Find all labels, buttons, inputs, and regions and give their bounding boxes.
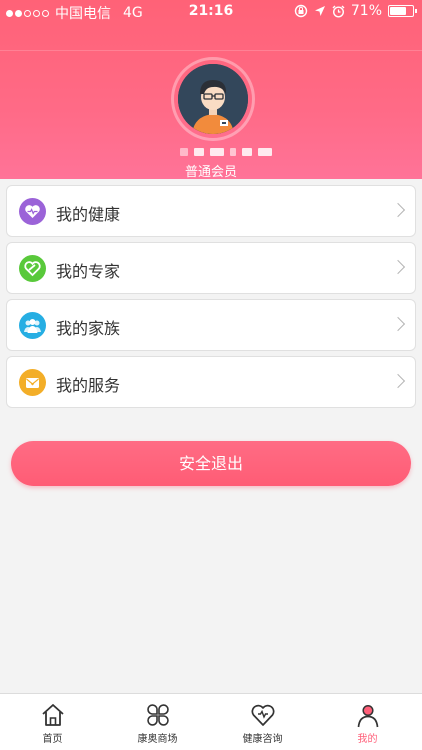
tab-mall[interactable]: 康奥商场 (105, 694, 210, 750)
battery-percent: 71% (350, 3, 382, 19)
header-divider (0, 50, 422, 51)
service-envelope-icon (19, 369, 46, 396)
tab-label-consult: 健康咨询 (242, 734, 283, 745)
menu-label-my-health: 我的健康 (56, 205, 121, 224)
logout-button[interactable]: 安全退出 (11, 441, 411, 486)
tab-home[interactable]: 首页 (0, 694, 105, 750)
menu-item-my-expert[interactable]: 我的专家 (6, 242, 416, 294)
menu-label-my-expert: 我的专家 (56, 262, 121, 281)
tab-label-mall: 康奥商场 (137, 734, 178, 745)
tab-label-home: 首页 (42, 734, 63, 745)
profile-icon (357, 704, 379, 728)
status-bar: 中国电信 4G 21:16 71% (0, 0, 422, 24)
family-icon (19, 312, 46, 339)
menu-label-my-family: 我的家族 (56, 319, 121, 338)
home-icon (42, 704, 64, 726)
profile-header: 中国电信 4G 21:16 71% 普通会员 (0, 0, 422, 180)
orientation-lock-icon (294, 4, 308, 18)
menu-item-my-service[interactable]: 我的服务 (6, 356, 416, 408)
chevron-right-icon (390, 259, 406, 275)
alarm-icon (332, 5, 345, 18)
tab-mine[interactable]: 我的 (315, 694, 420, 750)
member-level-label: 普通会员 (184, 165, 237, 180)
chevron-right-icon (390, 373, 406, 389)
mall-clover-icon (147, 704, 169, 726)
consult-heart-icon (251, 704, 275, 726)
tab-consult[interactable]: 健康咨询 (210, 694, 315, 750)
menu-label-my-service: 我的服务 (56, 376, 121, 395)
expert-heart-icon (19, 255, 46, 282)
status-right: 71% (294, 3, 417, 19)
menu-item-my-health[interactable]: 我的健康 (6, 185, 416, 237)
heart-pulse-icon (19, 198, 46, 225)
user-avatar-icon (178, 64, 248, 134)
tab-label-mine: 我的 (357, 734, 378, 745)
chevron-right-icon (390, 202, 406, 218)
battery-icon (388, 5, 417, 17)
menu-item-my-family[interactable]: 我的家族 (6, 299, 416, 351)
masked-username (180, 148, 272, 156)
avatar[interactable] (178, 64, 248, 134)
location-arrow-icon (314, 6, 325, 16)
chevron-right-icon (390, 316, 406, 332)
tab-bar: 首页 康奥商场 健康咨询 我的 (0, 693, 422, 750)
